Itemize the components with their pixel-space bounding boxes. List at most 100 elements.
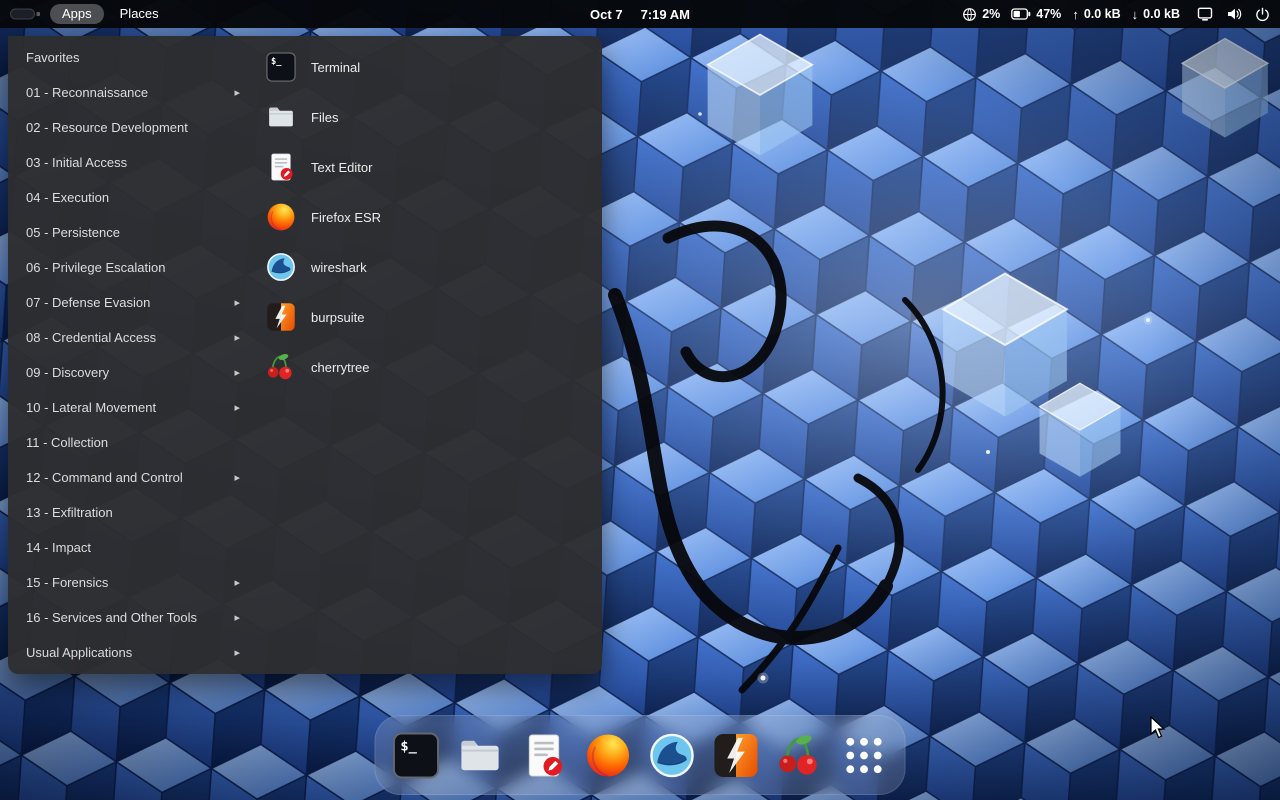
menu-category-13-exfiltration[interactable]: 13 - Exfiltration — [8, 495, 254, 530]
menu-category-15-forensics[interactable]: 15 - Forensics ▸ — [8, 565, 254, 600]
battery-indicator[interactable]: 47% — [1011, 7, 1061, 21]
app-item-wireshark[interactable]: wireshark — [254, 242, 602, 292]
menu-category-11-collection[interactable]: 11 - Collection — [8, 425, 254, 460]
usage-indicator[interactable]: 2% — [962, 7, 1000, 22]
menu-category-usual-applications[interactable]: Usual Applications▸ — [8, 635, 254, 670]
clock-time: 7:19 AM — [641, 7, 690, 22]
power-icon[interactable] — [1255, 7, 1270, 22]
dock-item-show-apps[interactable] — [841, 732, 888, 779]
net-upload-indicator: ↑ 0.0 kB — [1072, 7, 1120, 22]
dock: $_ — [375, 715, 906, 795]
submenu-arrow-icon: ▸ — [234, 611, 240, 624]
burpsuite-icon — [266, 302, 296, 332]
menu-category-07-defense-evasion[interactable]: 07 - Defense Evasion ▸ — [8, 285, 254, 320]
menu-category-14-impact[interactable]: 14 - Impact — [8, 530, 254, 565]
app-item-label: cherrytree — [311, 360, 370, 375]
menu-category-05-persistence[interactable]: 05 - Persistence — [8, 215, 254, 250]
submenu-arrow-icon: ▸ — [234, 471, 240, 484]
menu-category-label: 11 - Collection — [26, 435, 108, 450]
app-item-text-editor[interactable]: Text Editor — [254, 142, 602, 192]
clock-date: Oct 7 — [590, 7, 623, 22]
app-item-files[interactable]: Files — [254, 92, 602, 142]
submenu-arrow-icon: ▸ — [234, 366, 240, 379]
menu-category-label: 04 - Execution — [26, 190, 109, 205]
menu-category-label: 05 - Persistence — [26, 225, 120, 240]
svg-text:$_: $_ — [400, 738, 417, 754]
menu-category-label: 01 - Reconnaissance — [26, 85, 148, 100]
menu-category-03-initial-access[interactable]: 03 - Initial Access — [8, 145, 254, 180]
top-bar: Apps Places Oct 7 7:19 AM 2% 47% ↑ 0.0 k… — [0, 0, 1280, 28]
menu-category-09-discovery[interactable]: 09 - Discovery ▸ — [8, 355, 254, 390]
cherrytree-icon — [266, 352, 296, 382]
clock[interactable]: Oct 7 7:19 AM — [590, 7, 690, 22]
menu-category-favorites[interactable]: Favorites — [8, 40, 254, 75]
menu-category-label: 02 - Resource Development — [26, 120, 188, 135]
app-item-label: Terminal — [311, 60, 360, 75]
menu-category-10-lateral-movement[interactable]: 10 - Lateral Movement▸ — [8, 390, 254, 425]
menu-category-label: Favorites — [26, 50, 79, 65]
terminal-icon: $_ — [266, 52, 296, 82]
menu-category-label: 16 - Services and Other Tools — [26, 610, 197, 625]
applications-menu: Favorites 01 - Reconnaissance ▸ 02 - Resour… — [8, 36, 602, 674]
submenu-arrow-icon: ▸ — [234, 331, 240, 344]
menu-category-08-credential-access[interactable]: 08 - Credential Access ▸ — [8, 320, 254, 355]
app-item-terminal[interactable]: $_ Terminal — [254, 42, 602, 92]
cherrytree-icon — [777, 732, 824, 779]
dock-item-text-editor[interactable] — [521, 732, 568, 779]
menu-category-label: 12 - Command and Control — [26, 470, 183, 485]
app-item-label: wireshark — [311, 260, 367, 275]
places-menu-button[interactable]: Places — [114, 4, 165, 24]
apps-menu-button[interactable]: Apps — [50, 4, 104, 24]
app-item-label: Files — [311, 110, 338, 125]
menu-category-label: 09 - Discovery — [26, 365, 109, 380]
net-download-value: 0.0 kB — [1143, 7, 1180, 21]
menu-category-label: 15 - Forensics — [26, 575, 108, 590]
dock-item-wireshark[interactable] — [649, 732, 696, 779]
app-item-firefox-esr[interactable]: Firefox ESR — [254, 192, 602, 242]
display-icon[interactable] — [1197, 6, 1213, 22]
menu-category-label: 14 - Impact — [26, 540, 91, 555]
files-icon — [457, 732, 504, 779]
app-item-cherrytree[interactable]: cherrytree — [254, 342, 602, 392]
dock-item-firefox[interactable] — [585, 732, 632, 779]
dock-item-burpsuite[interactable] — [713, 732, 760, 779]
submenu-arrow-icon: ▸ — [234, 86, 240, 99]
menu-category-list: Favorites 01 - Reconnaissance ▸ 02 - Resour… — [8, 36, 254, 674]
upload-icon: ↑ — [1072, 7, 1079, 22]
menu-category-16-services-and-other-tools[interactable]: 16 - Services and Other Tools ▸ — [8, 600, 254, 635]
app-item-burpsuite[interactable]: burpsuite — [254, 292, 602, 342]
menu-category-label: 07 - Defense Evasion — [26, 295, 150, 310]
dock-item-cherrytree[interactable] — [777, 732, 824, 779]
network-globe-icon — [962, 7, 977, 22]
net-upload-value: 0.0 kB — [1084, 7, 1121, 21]
menu-category-02-resource-development[interactable]: 02 - Resource Development — [8, 110, 254, 145]
menu-category-12-command-and-control[interactable]: 12 - Command and Control ▸ — [8, 460, 254, 495]
net-download-indicator: ↓ 0.0 kB — [1132, 7, 1180, 22]
show-apps-icon — [841, 732, 888, 779]
menu-category-01-reconnaissance[interactable]: 01 - Reconnaissance ▸ — [8, 75, 254, 110]
wireshark-icon — [649, 732, 696, 779]
kali-logo-icon[interactable] — [10, 8, 40, 20]
app-item-label: Text Editor — [311, 160, 372, 175]
files-icon — [266, 102, 296, 132]
menu-category-06-privilege-escalation[interactable]: 06 - Privilege Escalation — [8, 250, 254, 285]
submenu-arrow-icon: ▸ — [234, 401, 240, 414]
menu-app-list: $_ Terminal Files Text Editor Firefox ESR wir… — [254, 36, 602, 674]
volume-icon[interactable] — [1226, 6, 1242, 22]
menu-category-label: 08 - Credential Access — [26, 330, 156, 345]
submenu-arrow-icon: ▸ — [234, 576, 240, 589]
battery-icon — [1011, 8, 1031, 20]
usage-percent: 2% — [982, 7, 1000, 21]
dock-item-terminal[interactable]: $_ — [393, 732, 440, 779]
firefox-icon — [266, 202, 296, 232]
menu-category-04-execution[interactable]: 04 - Execution — [8, 180, 254, 215]
submenu-arrow-icon: ▸ — [234, 296, 240, 309]
dock-item-files[interactable] — [457, 732, 504, 779]
menu-category-label: 06 - Privilege Escalation — [26, 260, 165, 275]
app-item-label: Firefox ESR — [311, 210, 381, 225]
mouse-cursor — [1150, 716, 1168, 740]
menu-category-label: Usual Applications — [26, 645, 132, 660]
burpsuite-icon — [713, 732, 760, 779]
text-editor-icon — [521, 732, 568, 779]
firefox-icon — [585, 732, 632, 779]
